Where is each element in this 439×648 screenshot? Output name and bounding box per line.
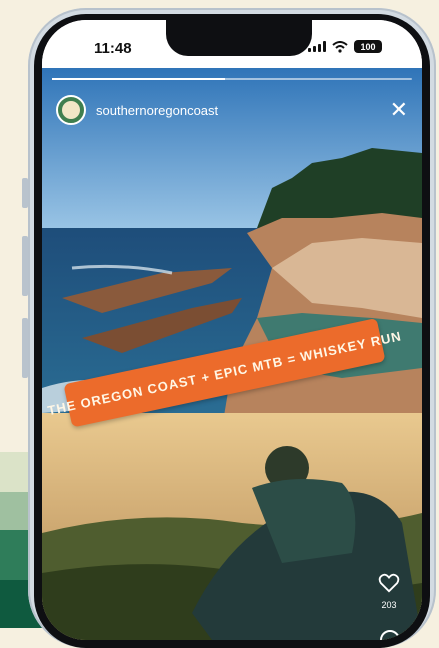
avatar-logo (62, 101, 80, 119)
like-count: 203 (381, 600, 397, 610)
biker-photo (42, 413, 422, 640)
battery-icon: 100 (354, 40, 382, 53)
status-bar: 11:48 100 (42, 20, 422, 68)
comment-icon[interactable] (378, 628, 402, 640)
status-icons: 100 (308, 40, 382, 53)
story-progress-fill (52, 78, 225, 80)
story-viewer[interactable]: southernoregoncoast ✕ THE OREGON COAST +… (42, 68, 422, 640)
close-icon[interactable]: ✕ (390, 99, 408, 121)
like-button[interactable]: 203 (374, 573, 404, 610)
story-progress-bar (52, 78, 412, 80)
story-header: southernoregoncoast ✕ (56, 94, 408, 126)
heart-icon (378, 573, 400, 593)
status-time: 11:48 (94, 40, 132, 57)
notch (166, 20, 312, 56)
signal-icon (308, 41, 326, 52)
story-username[interactable]: southernoregoncoast (96, 103, 218, 118)
wifi-icon (332, 40, 348, 53)
phone-screen: 11:48 100 southernoregoncoast ✕ THE OREG… (42, 20, 422, 640)
avatar[interactable] (56, 95, 86, 125)
